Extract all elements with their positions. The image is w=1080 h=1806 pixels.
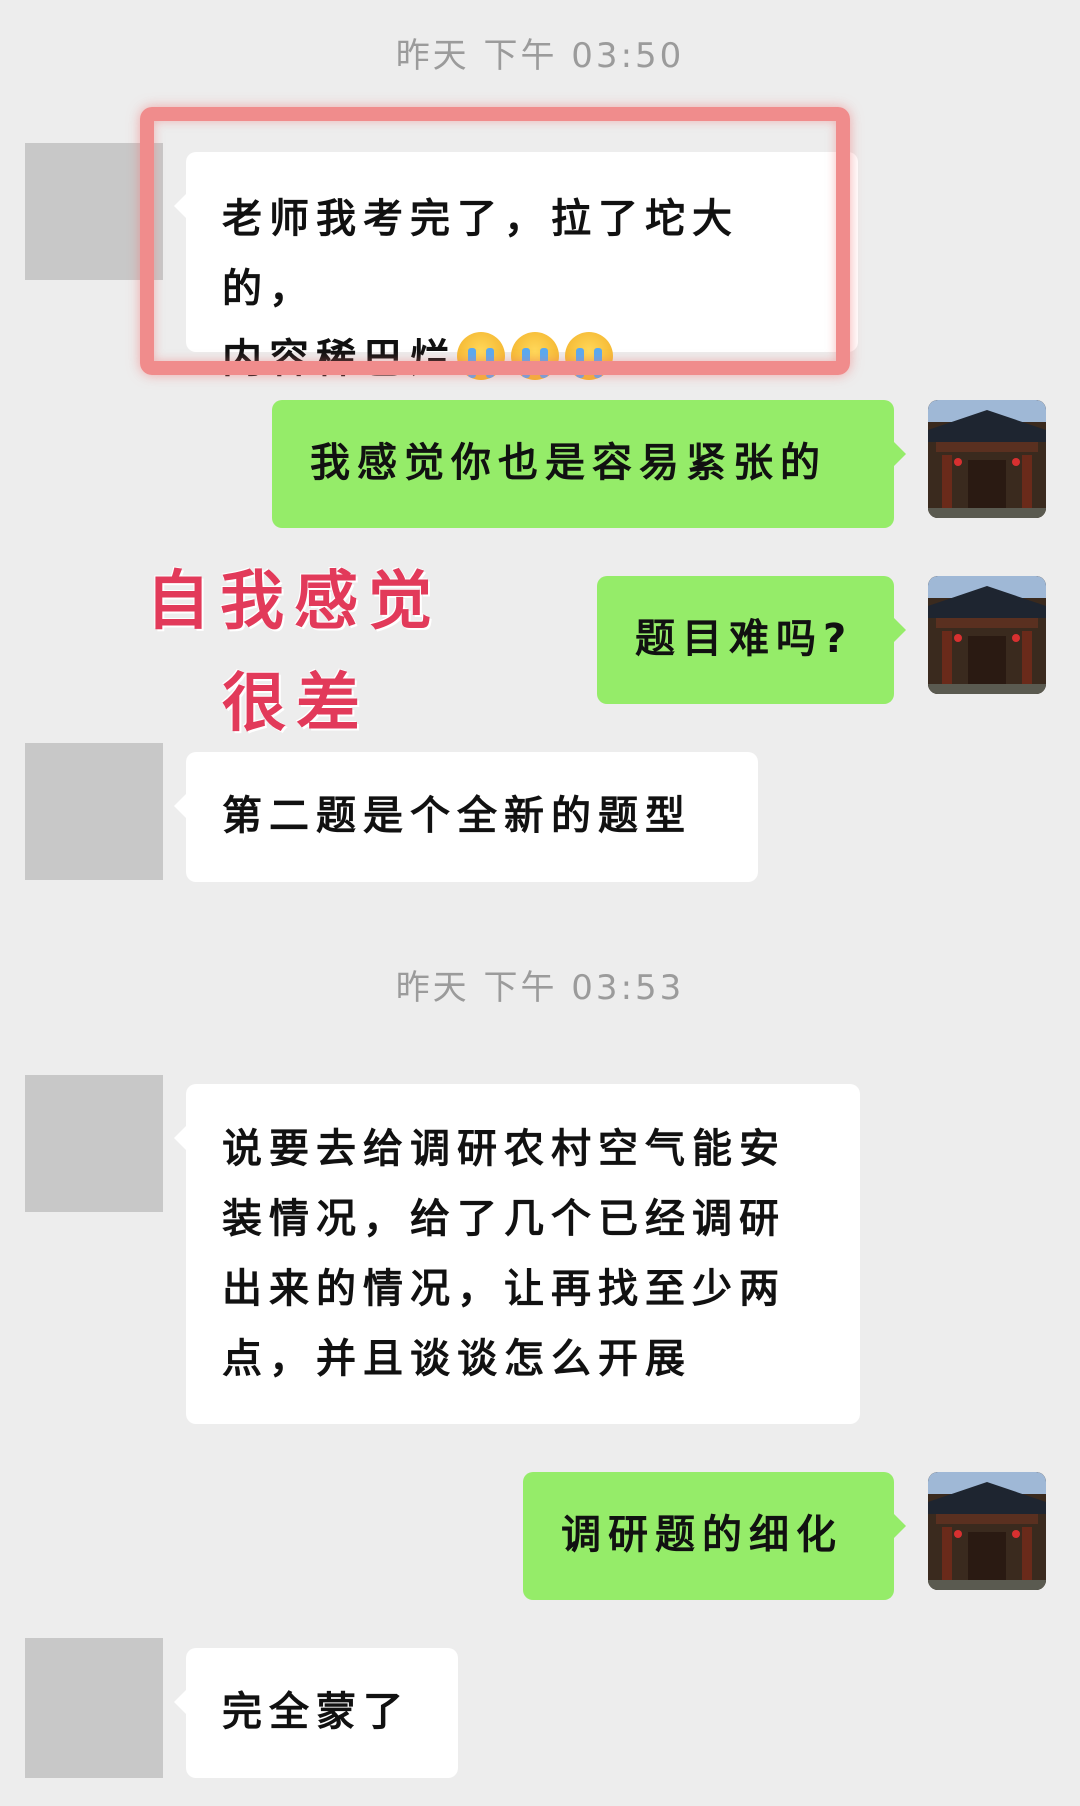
message-bubble-incoming[interactable]: 完全蒙了 (174, 1648, 458, 1778)
overlay-caption: 很差 (222, 667, 370, 741)
user-avatar[interactable] (928, 400, 1046, 518)
highlight-box (140, 107, 850, 375)
temple-avatar-icon (928, 400, 1046, 518)
message-bubble-incoming[interactable]: 第二题是个全新的题型 (174, 752, 758, 882)
temple-avatar-icon (928, 1472, 1046, 1590)
message-bubble-incoming[interactable]: 说要去给调研农村空气能安 装情况，给了几个已经调研 出来的情况，让再找至少两 点… (174, 1084, 860, 1424)
message-bubble-outgoing[interactable]: 我感觉你也是容易紧张的 (272, 400, 906, 528)
timestamp: 昨天 下午 03:50 (395, 36, 685, 76)
message-text: 出来的情况，让再找至少两 (222, 1266, 786, 1312)
message-text: 调研题的细化 (561, 1512, 843, 1558)
user-avatar[interactable] (928, 576, 1046, 694)
message-text: 第二题是个全新的题型 (222, 793, 692, 839)
message-text: 装情况，给了几个已经调研 (222, 1196, 786, 1242)
message-text: 我感觉你也是容易紧张的 (310, 440, 827, 486)
message-text: 题目难吗? (635, 616, 854, 662)
temple-avatar-icon (928, 576, 1046, 694)
contact-avatar[interactable] (25, 743, 163, 880)
user-avatar[interactable] (928, 1472, 1046, 1590)
overlay-caption: 自我感觉 (146, 565, 442, 639)
contact-avatar[interactable] (25, 1638, 163, 1778)
timestamp: 昨天 下午 03:53 (395, 968, 685, 1008)
message-text: 说要去给调研农村空气能安 (222, 1126, 786, 1172)
message-text: 完全蒙了 (222, 1689, 410, 1735)
contact-avatar[interactable] (25, 1075, 163, 1212)
message-bubble-outgoing[interactable]: 调研题的细化 (523, 1472, 906, 1600)
message-bubble-outgoing[interactable]: 题目难吗? (597, 576, 906, 704)
message-text: 点，并且谈谈怎么开展 (222, 1336, 692, 1382)
